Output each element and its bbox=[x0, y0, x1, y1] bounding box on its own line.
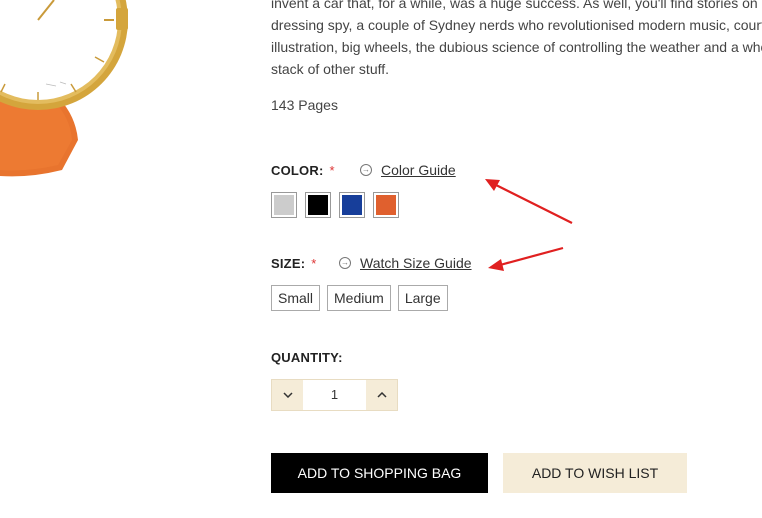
description-line: stack of other stuff. bbox=[271, 61, 390, 77]
chevron-down-icon bbox=[282, 392, 293, 398]
size-options: Small Medium Large bbox=[271, 285, 448, 311]
required-asterisk: * bbox=[311, 256, 317, 271]
color-guide-link[interactable]: → Color Guide bbox=[360, 162, 456, 178]
increase-quantity-button[interactable] bbox=[366, 380, 397, 410]
swatch-fill bbox=[376, 195, 396, 215]
add-to-wish-list-button[interactable]: ADD TO WISH LIST bbox=[503, 453, 687, 493]
size-option-small[interactable]: Small bbox=[271, 285, 321, 311]
color-swatch-black[interactable] bbox=[305, 192, 331, 218]
quantity-stepper: 1 bbox=[271, 379, 398, 411]
size-option-large[interactable]: Large bbox=[397, 285, 448, 311]
annotation-arrow bbox=[488, 246, 564, 271]
color-swatch-orange[interactable] bbox=[373, 192, 399, 218]
size-label-group: SIZE: * bbox=[271, 256, 317, 271]
size-option-medium[interactable]: Medium bbox=[327, 285, 391, 311]
swatch-fill bbox=[274, 195, 294, 215]
color-swatch-gray[interactable] bbox=[271, 192, 297, 218]
product-image bbox=[0, 0, 140, 180]
size-guide-label: Watch Size Guide bbox=[360, 255, 472, 271]
size-label: SIZE: bbox=[271, 256, 306, 271]
color-swatch-blue[interactable] bbox=[339, 192, 365, 218]
color-guide-label: Color Guide bbox=[381, 162, 456, 178]
swatch-fill bbox=[342, 195, 362, 215]
annotation-arrow bbox=[485, 179, 573, 224]
description-line: illustration, big wheels, the dubious sc… bbox=[271, 39, 762, 55]
product-description: invent a car that, for a while, was a hu… bbox=[271, 0, 762, 80]
decrease-quantity-button[interactable] bbox=[272, 380, 303, 410]
swatch-fill bbox=[308, 195, 328, 215]
description-line: invent a car that, for a while, was a hu… bbox=[271, 0, 762, 11]
required-asterisk: * bbox=[329, 163, 335, 178]
chevron-up-icon bbox=[376, 392, 387, 398]
quantity-input[interactable]: 1 bbox=[303, 380, 366, 410]
color-swatches bbox=[271, 192, 399, 218]
color-label: COLOR: bbox=[271, 163, 324, 178]
arrow-circle-icon: → bbox=[339, 257, 351, 269]
watch-illustration bbox=[0, 0, 128, 177]
color-label-group: COLOR: * bbox=[271, 163, 335, 178]
quantity-label: QUANTITY: bbox=[271, 350, 343, 365]
description-line: dressing spy, a couple of Sydney nerds w… bbox=[271, 17, 762, 33]
arrow-circle-icon: → bbox=[360, 164, 372, 176]
watch-size-guide-link[interactable]: → Watch Size Guide bbox=[339, 255, 472, 271]
page-count: 143 Pages bbox=[271, 97, 338, 113]
add-to-shopping-bag-button[interactable]: ADD TO SHOPPING BAG bbox=[271, 453, 488, 493]
